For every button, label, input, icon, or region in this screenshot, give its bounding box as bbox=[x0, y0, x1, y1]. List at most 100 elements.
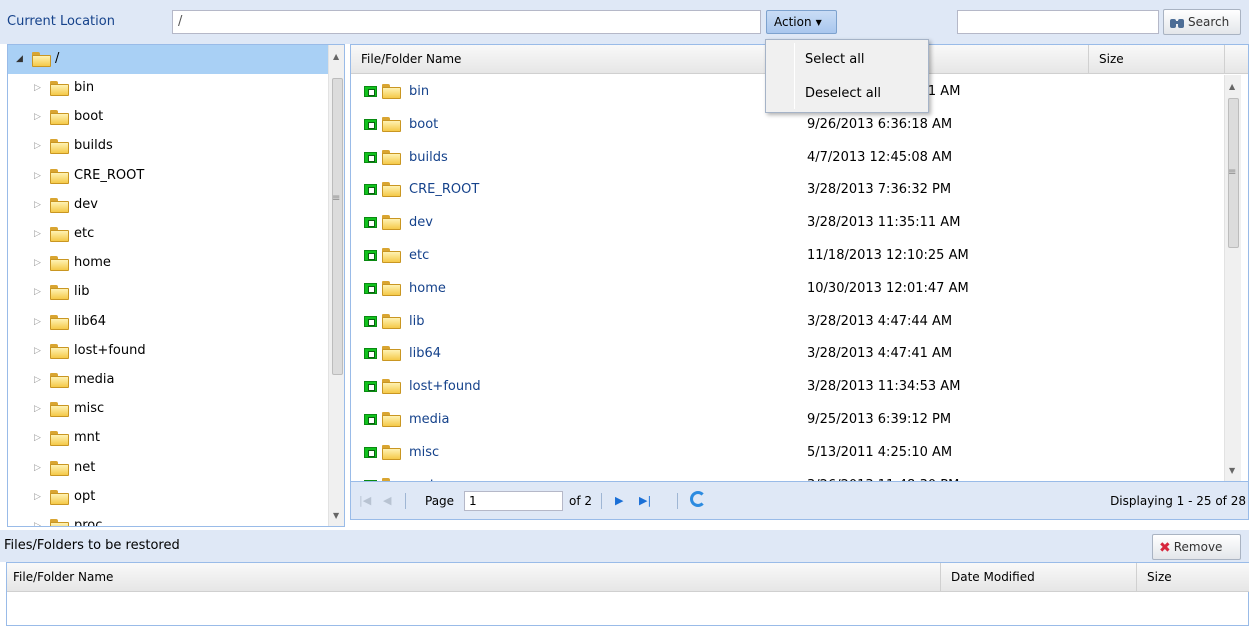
tree-node[interactable]: ▷ lib bbox=[8, 278, 328, 306]
folder-icon bbox=[382, 379, 401, 394]
folder-name-link[interactable]: lib64 bbox=[409, 337, 441, 370]
tree-scrollbar[interactable]: ▲ ≡ ▼ bbox=[328, 45, 344, 526]
previous-page-icon[interactable]: ◀ bbox=[383, 494, 391, 507]
table-row[interactable]: lib 3/28/2013 4:47:44 AM bbox=[351, 305, 1223, 338]
next-page-icon[interactable]: ▶ bbox=[615, 494, 623, 507]
folder-name-link[interactable]: home bbox=[409, 272, 446, 305]
first-page-icon[interactable]: |◀ bbox=[359, 494, 371, 507]
tree-node[interactable]: ▷ media bbox=[8, 366, 328, 394]
last-page-icon[interactable]: ▶| bbox=[639, 494, 651, 507]
current-location-input[interactable]: / bbox=[172, 10, 761, 34]
action-button[interactable]: Action ▼ bbox=[766, 10, 837, 34]
tree-root-node[interactable]: ◢ / bbox=[8, 45, 328, 74]
folder-name-link[interactable]: etc bbox=[409, 239, 429, 272]
collapsed-arrow-icon[interactable]: ▷ bbox=[34, 308, 44, 336]
column-header-size[interactable]: Size bbox=[1089, 45, 1225, 74]
table-row[interactable]: CRE_ROOT 3/28/2013 7:36:32 PM bbox=[351, 173, 1223, 206]
row-checkbox[interactable] bbox=[364, 119, 377, 130]
collapsed-arrow-icon[interactable]: ▷ bbox=[34, 278, 44, 306]
scroll-up-arrow-icon[interactable]: ▲ bbox=[1229, 82, 1235, 91]
date-modified-cell: 4/7/2013 12:45:08 AM bbox=[807, 150, 953, 165]
scroll-up-arrow-icon[interactable]: ▲ bbox=[333, 52, 339, 61]
table-row[interactable]: lib64 3/28/2013 4:47:41 AM bbox=[351, 337, 1223, 370]
collapsed-arrow-icon[interactable]: ▷ bbox=[34, 220, 44, 248]
scroll-down-arrow-icon[interactable]: ▼ bbox=[1229, 466, 1235, 475]
tree-node[interactable]: ▷ CRE_ROOT bbox=[8, 162, 328, 190]
refresh-icon[interactable] bbox=[690, 491, 706, 507]
tree-node[interactable]: ▷ builds bbox=[8, 132, 328, 160]
expanded-arrow-icon[interactable]: ◢ bbox=[16, 45, 26, 73]
folder-name-link[interactable]: builds bbox=[409, 141, 448, 174]
row-checkbox[interactable] bbox=[364, 250, 377, 261]
table-row[interactable]: builds 4/7/2013 12:45:08 AM bbox=[351, 141, 1223, 174]
folder-name-link[interactable]: dev bbox=[409, 206, 433, 239]
row-checkbox[interactable] bbox=[364, 86, 377, 97]
table-row[interactable]: dev 3/28/2013 11:35:11 AM bbox=[351, 206, 1223, 239]
tree-node[interactable]: ▷ misc bbox=[8, 395, 328, 423]
collapsed-arrow-icon[interactable]: ▷ bbox=[34, 512, 44, 526]
row-checkbox[interactable] bbox=[364, 283, 377, 294]
tree-node[interactable]: ▷ proc bbox=[8, 512, 328, 526]
tree-node[interactable]: ▷ home bbox=[8, 249, 328, 277]
collapsed-arrow-icon[interactable]: ▷ bbox=[34, 483, 44, 511]
collapsed-arrow-icon[interactable]: ▷ bbox=[34, 249, 44, 277]
tree-node[interactable]: ▷ bin bbox=[8, 74, 328, 102]
tree-node[interactable]: ▷ opt bbox=[8, 483, 328, 511]
collapsed-arrow-icon[interactable]: ▷ bbox=[34, 337, 44, 365]
folder-name-link[interactable]: boot bbox=[409, 108, 438, 141]
restore-column-header-size[interactable]: Size bbox=[1137, 563, 1249, 592]
folder-icon bbox=[50, 110, 69, 125]
row-checkbox[interactable] bbox=[364, 381, 377, 392]
collapsed-arrow-icon[interactable]: ▷ bbox=[34, 424, 44, 452]
folder-icon bbox=[50, 431, 69, 446]
folder-name-link[interactable]: mnt bbox=[409, 469, 435, 481]
scroll-down-arrow-icon[interactable]: ▼ bbox=[333, 511, 339, 520]
collapsed-arrow-icon[interactable]: ▷ bbox=[34, 103, 44, 131]
row-checkbox[interactable] bbox=[364, 184, 377, 195]
folder-name-link[interactable]: bin bbox=[409, 75, 429, 108]
tree-node[interactable]: ▷ lost+found bbox=[8, 337, 328, 365]
collapsed-arrow-icon[interactable]: ▷ bbox=[34, 162, 44, 190]
row-checkbox[interactable] bbox=[364, 414, 377, 425]
column-header-name[interactable]: File/Folder Name bbox=[351, 45, 797, 74]
folder-name-link[interactable]: lost+found bbox=[409, 370, 481, 403]
grid-scrollbar[interactable]: ▲ ≡ ▼ bbox=[1224, 75, 1241, 481]
collapsed-arrow-icon[interactable]: ▷ bbox=[34, 454, 44, 482]
folder-name-link[interactable]: media bbox=[409, 403, 450, 436]
collapsed-arrow-icon[interactable]: ▷ bbox=[34, 132, 44, 160]
menu-item-deselect-all[interactable]: Deselect all bbox=[766, 78, 928, 110]
folder-name-link[interactable]: misc bbox=[409, 436, 439, 469]
table-row[interactable]: home 10/30/2013 12:01:47 AM bbox=[351, 272, 1223, 305]
table-row[interactable]: media 9/25/2013 6:39:12 PM bbox=[351, 403, 1223, 436]
restore-column-header-name[interactable]: File/Folder Name bbox=[7, 563, 941, 592]
tree-node[interactable]: ▷ net bbox=[8, 454, 328, 482]
tree-node[interactable]: ▷ lib64 bbox=[8, 308, 328, 336]
collapsed-arrow-icon[interactable]: ▷ bbox=[34, 74, 44, 102]
row-checkbox[interactable] bbox=[364, 447, 377, 458]
collapsed-arrow-icon[interactable]: ▷ bbox=[34, 191, 44, 219]
grip-icon: ≡ bbox=[1228, 167, 1237, 178]
table-row[interactable]: etc 11/18/2013 12:10:25 AM bbox=[351, 239, 1223, 272]
folder-name-link[interactable]: lib bbox=[409, 305, 424, 338]
search-button[interactable]: Search bbox=[1163, 9, 1241, 35]
row-checkbox[interactable] bbox=[364, 316, 377, 327]
table-row[interactable]: misc 5/13/2011 4:25:10 AM bbox=[351, 436, 1223, 469]
collapsed-arrow-icon[interactable]: ▷ bbox=[34, 366, 44, 394]
row-checkbox[interactable] bbox=[364, 152, 377, 163]
remove-button[interactable]: ✖ Remove bbox=[1152, 534, 1241, 560]
search-input[interactable] bbox=[957, 10, 1159, 34]
table-row[interactable]: lost+found 3/28/2013 11:34:53 AM bbox=[351, 370, 1223, 403]
tree-node[interactable]: ▷ dev bbox=[8, 191, 328, 219]
row-checkbox[interactable] bbox=[364, 217, 377, 228]
tree-scrollbar-thumb[interactable] bbox=[332, 78, 343, 375]
collapsed-arrow-icon[interactable]: ▷ bbox=[34, 395, 44, 423]
tree-node[interactable]: ▷ etc bbox=[8, 220, 328, 248]
menu-item-select-all[interactable]: Select all bbox=[766, 44, 928, 76]
row-checkbox[interactable] bbox=[364, 348, 377, 359]
restore-column-header-date[interactable]: Date Modified bbox=[941, 563, 1137, 592]
tree-node[interactable]: ▷ mnt bbox=[8, 424, 328, 452]
page-number-input[interactable]: 1 bbox=[464, 491, 563, 511]
tree-node[interactable]: ▷ boot bbox=[8, 103, 328, 131]
folder-name-link[interactable]: CRE_ROOT bbox=[409, 173, 479, 206]
table-row[interactable]: mnt 3/26/2013 11:48:30 PM bbox=[351, 469, 1223, 481]
